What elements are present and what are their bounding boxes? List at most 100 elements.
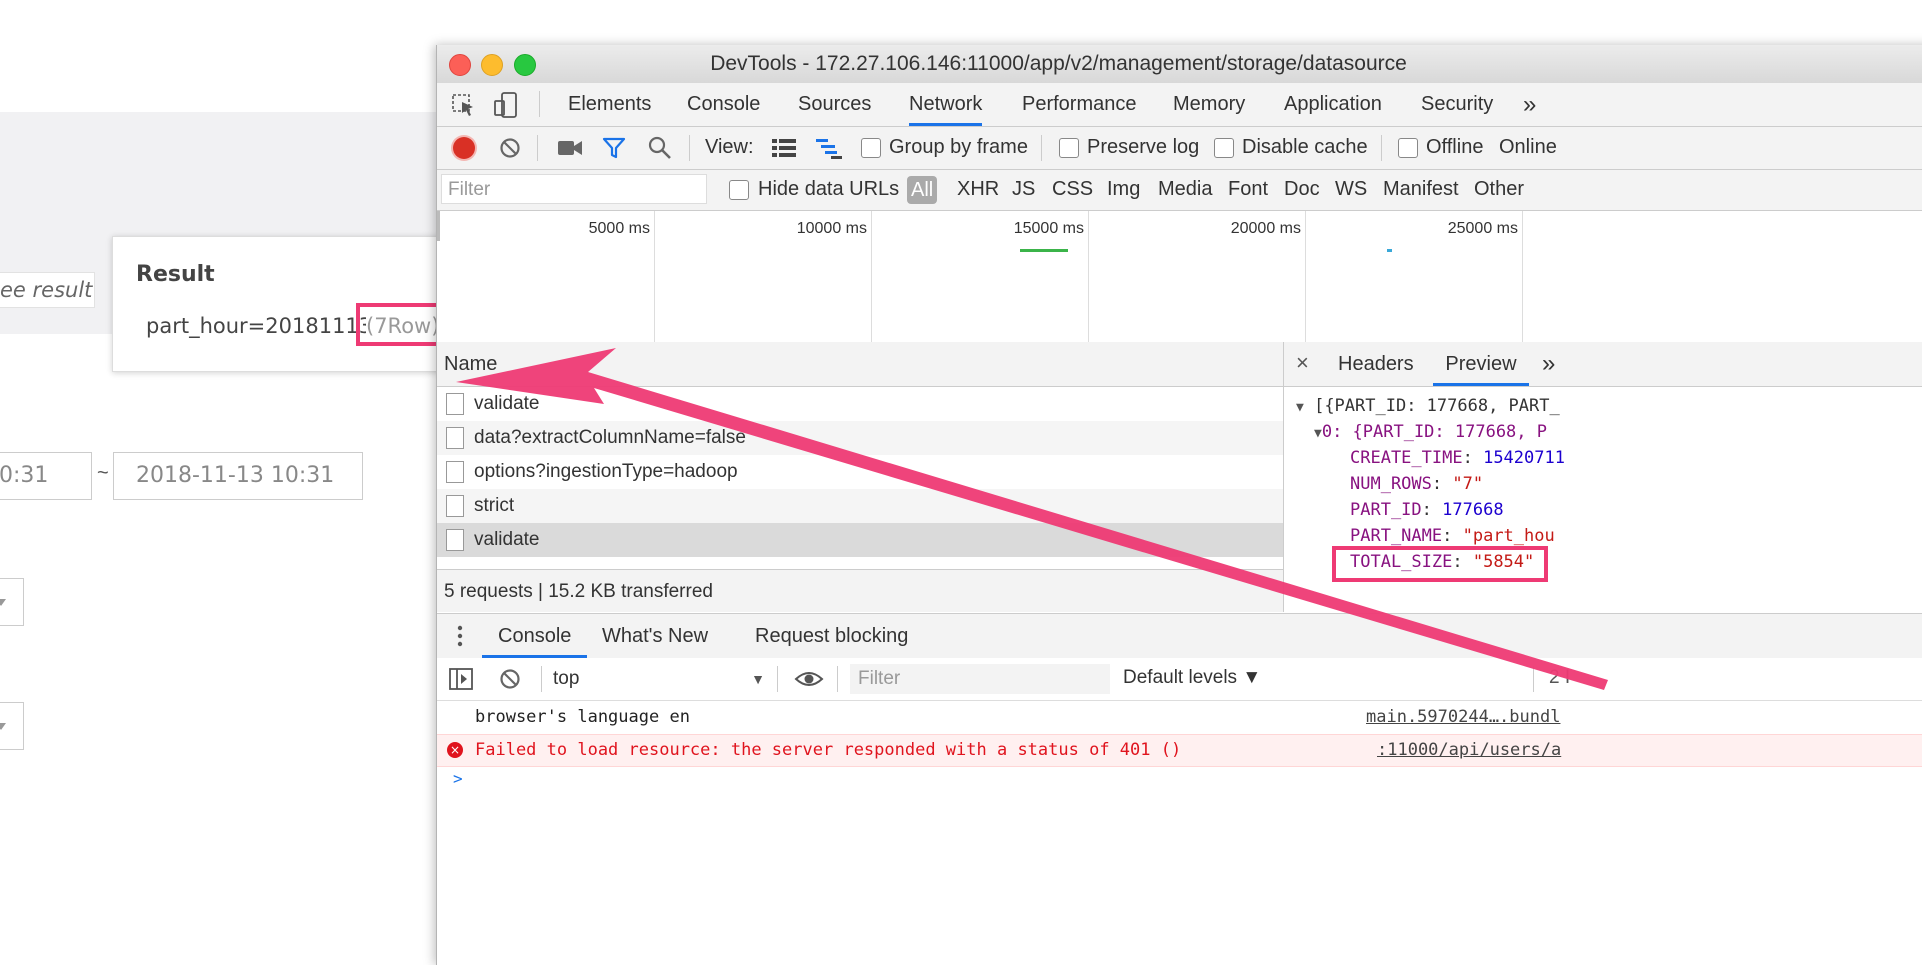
console-toolbar: top ▼ Filter Default levels ▼ 2 I — [437, 658, 1922, 701]
field-key: CREATE_TIME — [1350, 448, 1463, 468]
timeline-handle[interactable] — [437, 211, 440, 241]
request-row[interactable]: data?extractColumnName=false — [437, 421, 1283, 455]
network-overview-timeline[interactable]: 5000 ms 10000 ms 15000 ms 20000 ms 25000… — [437, 211, 1922, 343]
log-source-link[interactable]: main.5970244….bundl — [1366, 702, 1560, 733]
tab-security[interactable]: Security — [1421, 83, 1493, 126]
filter-type-manifest[interactable]: Manifest — [1383, 178, 1459, 201]
preview-field: PART_ID: 177668 — [1350, 500, 1504, 520]
expand-arrow-icon: ▼ — [1314, 426, 1322, 441]
chevron-down-icon: ▼ — [751, 671, 765, 687]
name-header-label: Name — [444, 353, 498, 375]
throttling-select[interactable]: Online — [1499, 136, 1557, 159]
devtools-window: DevTools - 172.27.106.146:11000/app/v2/m… — [436, 45, 1922, 965]
request-name: validate — [474, 529, 540, 550]
tab-network[interactable]: Network — [909, 83, 983, 126]
name-column-header[interactable]: Name — [437, 342, 1283, 387]
request-name: validate — [474, 393, 540, 414]
filter-type-css[interactable]: CSS — [1052, 178, 1093, 201]
timeline-request-bar — [1020, 249, 1068, 252]
timeline-gridline — [654, 211, 655, 342]
error-source-link[interactable]: :11000/api/users/a — [1377, 735, 1561, 766]
preview-object-text: 0: {PART_ID: 177668, P — [1321, 422, 1547, 442]
divider — [689, 135, 690, 161]
filter-type-all[interactable]: All — [907, 176, 938, 204]
preserve-log-checkbox[interactable] — [1059, 138, 1079, 158]
view-label: View: — [705, 136, 754, 158]
request-row[interactable]: strict — [437, 489, 1283, 523]
drawer-tab-whats-new[interactable]: What's New — [602, 614, 708, 658]
field-key: PART_NAME — [1350, 526, 1443, 546]
network-toolbar: View: Group by frame Preserve log Disabl… — [437, 127, 1922, 170]
close-details-icon[interactable]: × — [1296, 350, 1309, 376]
document-icon — [446, 393, 464, 415]
drawer-tab-request-blocking[interactable]: Request blocking — [755, 614, 908, 658]
more-tabs-icon[interactable]: » — [1523, 83, 1536, 126]
field-key: NUM_ROWS — [1350, 474, 1432, 494]
request-row-selected[interactable]: validate — [437, 523, 1283, 557]
offline-checkbox[interactable] — [1398, 138, 1418, 158]
more-details-tabs-icon[interactable]: » — [1542, 342, 1555, 386]
disable-cache-checkbox[interactable] — [1214, 138, 1234, 158]
timeline-tick: 25000 ms — [1447, 220, 1518, 237]
sidebar-toggle-icon[interactable] — [449, 668, 473, 690]
filter-icon[interactable] — [602, 136, 626, 160]
log-levels-select[interactable]: Default levels ▼ — [1123, 667, 1261, 689]
document-icon — [446, 427, 464, 449]
filter-type-other[interactable]: Other — [1474, 178, 1524, 201]
filter-type-font[interactable]: Font — [1228, 178, 1268, 201]
filter-type-ws[interactable]: WS — [1335, 178, 1367, 201]
preview-object-line[interactable]: ▼0: {PART_ID: 177668, P — [1314, 422, 1547, 442]
request-row[interactable]: options?ingestionType=hadoop — [437, 455, 1283, 489]
tab-performance[interactable]: Performance — [1022, 83, 1137, 126]
date-start-input[interactable]: 0:31 — [0, 452, 92, 500]
waterfall-overview-icon[interactable] — [815, 137, 843, 159]
tab-console[interactable]: Console — [687, 83, 760, 126]
search-icon[interactable] — [648, 136, 672, 160]
device-toolbar-icon[interactable] — [493, 91, 519, 119]
request-list: Name validate data?extractColumnName=fal… — [437, 342, 1284, 612]
drawer-tab-console[interactable]: Console — [481, 614, 588, 658]
tab-preview[interactable]: Preview — [1433, 342, 1529, 386]
context-select[interactable]: top ▼ — [553, 666, 765, 692]
console-filter-input[interactable]: Filter — [850, 664, 1110, 694]
field-value: "7" — [1452, 474, 1484, 494]
filter-type-doc[interactable]: Doc — [1284, 178, 1320, 201]
filter-type-js[interactable]: JS — [1012, 178, 1035, 201]
tab-elements[interactable]: Elements — [568, 83, 651, 126]
preview-field: PART_NAME: "part_hou — [1350, 526, 1555, 546]
request-row[interactable]: validate — [437, 387, 1283, 421]
error-message: Failed to load resource: the server resp… — [475, 740, 1182, 760]
large-rows-icon[interactable] — [771, 137, 797, 159]
timeline-gridline — [1088, 211, 1089, 342]
see-result-link[interactable]: ee result > — [0, 272, 95, 308]
console-prompt[interactable]: > — [453, 769, 463, 788]
filter-type-img[interactable]: Img — [1107, 178, 1140, 201]
hide-data-urls-label: Hide data URLs — [758, 178, 900, 200]
highlight-box-rowcount — [356, 303, 442, 346]
tab-memory[interactable]: Memory — [1173, 83, 1245, 126]
date-separator: ~ — [97, 462, 109, 484]
select-dropdown-2[interactable] — [0, 702, 24, 750]
tab-sources[interactable]: Sources — [798, 83, 871, 126]
request-name: options?ingestionType=hadoop — [474, 461, 738, 482]
clear-console-icon[interactable] — [499, 668, 521, 690]
record-icon[interactable] — [453, 137, 475, 159]
select-dropdown-1[interactable] — [0, 578, 24, 626]
drawer-menu-icon[interactable] — [457, 624, 463, 648]
screenshot-video-icon[interactable] — [557, 138, 583, 158]
filter-type-xhr[interactable]: XHR — [957, 178, 999, 201]
clear-icon[interactable] — [499, 137, 521, 159]
divider — [1041, 135, 1042, 161]
hide-data-urls-checkbox[interactable] — [729, 180, 749, 200]
divider — [837, 666, 838, 692]
issues-count[interactable]: 2 I — [1549, 667, 1570, 689]
inspect-element-icon[interactable] — [451, 93, 477, 117]
tab-application[interactable]: Application — [1284, 83, 1382, 126]
group-by-frame-checkbox[interactable] — [861, 138, 881, 158]
tab-headers[interactable]: Headers — [1338, 342, 1414, 386]
filter-input[interactable]: Filter — [441, 174, 707, 204]
filter-type-media[interactable]: Media — [1158, 178, 1212, 201]
eye-icon[interactable] — [794, 667, 824, 691]
date-end-input[interactable]: 2018-11-13 10:31 — [113, 452, 363, 500]
preview-array-line[interactable]: ▼ [{PART_ID: 177668, PART_ — [1296, 396, 1560, 416]
